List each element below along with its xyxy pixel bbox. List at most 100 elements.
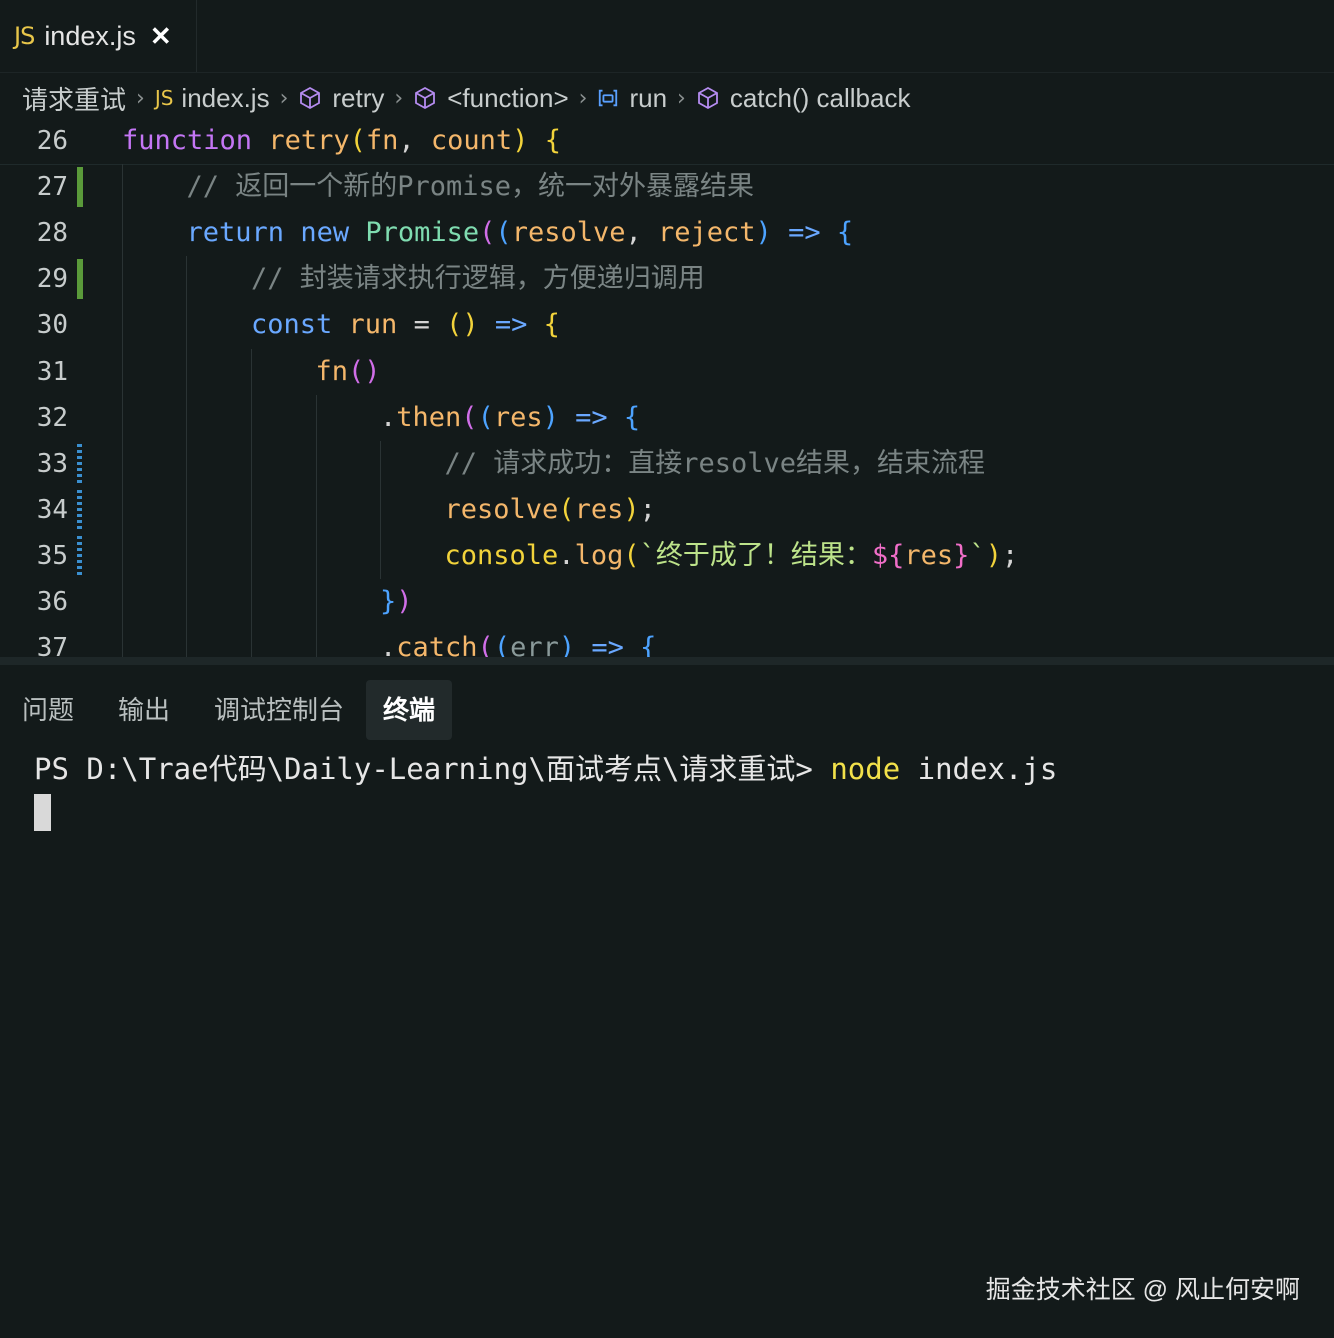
code-line: 32 .then((res) => { (0, 395, 1334, 441)
code-token: => (788, 217, 821, 249)
tab-index-js[interactable]: JS index.js ✕ (0, 0, 197, 72)
code-token: ) (558, 632, 576, 658)
code-token: res (493, 401, 543, 433)
code-token: const (251, 309, 333, 341)
terminal[interactable]: PS D:\Trae代码\Daily-Learning\面试考点\请求重试> n… (34, 746, 1057, 831)
panel-divider[interactable] (0, 657, 1334, 665)
code-token: { (543, 309, 560, 341)
gutter-modified-marker[interactable] (77, 443, 82, 484)
breadcrumb-folder[interactable]: 请求重试 (22, 80, 126, 117)
code-token: , (398, 125, 431, 156)
code-line: 26 function retry(fn, count) { (0, 118, 1334, 164)
code-token: => (494, 309, 528, 341)
code-token: return (186, 217, 285, 249)
code-token: ( (349, 125, 366, 156)
code-token: Promise (365, 217, 480, 249)
code-text: function retry(fn, count) { (122, 118, 561, 164)
code-token: log (574, 539, 624, 571)
line-number: 32 (36, 402, 68, 433)
code-token: ) (755, 217, 772, 249)
code-token: function (122, 125, 253, 156)
breadcrumb-label: 请求重试 (22, 84, 127, 115)
line-number: 36 (36, 587, 68, 617)
code-token: { (640, 632, 657, 658)
code-text: }) (380, 579, 413, 625)
breadcrumb-label: retry (332, 82, 385, 113)
code-line: 37 .catch((err) => { (0, 625, 1334, 658)
code-token: ; (1001, 539, 1019, 571)
code-editor[interactable]: 26 function retry(fn, count) { 27 // 返回一个新的… (0, 118, 1334, 658)
code-token: resolve (444, 493, 559, 525)
tab-terminal[interactable]: 终端 (366, 680, 453, 740)
code-token: reject (658, 217, 756, 249)
code-token: ( (477, 632, 494, 658)
gutter-added-marker[interactable] (77, 167, 83, 208)
breadcrumb-file[interactable]: JS index.js (155, 83, 270, 114)
chevron-right-icon: › (677, 85, 686, 111)
close-icon[interactable]: ✕ (150, 23, 172, 49)
code-token: new (300, 217, 350, 249)
code-token: ( (623, 539, 640, 571)
line-number: 34 (36, 494, 68, 525)
code-token: => (575, 401, 608, 433)
code-line: 36}) (0, 579, 1334, 625)
code-token: { (544, 125, 561, 156)
gutter-modified-marker[interactable] (77, 489, 82, 530)
terminal-prompt: PS D:\Trae代码\Daily-Learning\面试考点\请求重试> (34, 752, 831, 786)
breadcrumb-symbol-catch[interactable]: catch() callback (696, 83, 910, 114)
tab-output[interactable]: 输出 (96, 680, 192, 740)
breadcrumb-symbol-run[interactable]: run (597, 83, 667, 114)
watermark: 掘金技术社区 @ 风止何安啊 (985, 1276, 1300, 1304)
javascript-file-icon: JS (154, 86, 174, 110)
line-number: 27 (36, 172, 68, 203)
code-token: // 返回一个新的Promise，统一对外暴露结果 (186, 171, 755, 203)
code-token: fn (315, 355, 349, 387)
gutter-added-marker[interactable] (77, 259, 83, 300)
terminal-cursor (34, 794, 51, 831)
code-token: = (397, 309, 447, 341)
code-token: ( (558, 493, 575, 525)
code-token: ) (512, 125, 529, 156)
code-text: // 请求成功：直接resolve结果，结束流程 (445, 441, 986, 487)
breadcrumb-symbol-retry[interactable]: retry (298, 83, 384, 114)
line-number: 37 (36, 633, 68, 658)
code-token: ) (985, 539, 1002, 571)
panel-tab-bar: 问题 输出 调试控制台 终端 (0, 680, 453, 740)
chevron-right-icon: › (578, 85, 588, 111)
line-number: 28 (36, 218, 68, 249)
chevron-right-icon: › (279, 85, 289, 111)
breadcrumb-label: run (629, 82, 668, 113)
variable-icon (599, 89, 618, 107)
tab-problems[interactable]: 问题 (0, 680, 96, 740)
breadcrumb-symbol-function[interactable]: <function> (413, 82, 569, 114)
code-token: // 封装请求执行逻辑，方便递归调用 (251, 263, 705, 295)
code-token: fn (365, 125, 399, 156)
code-token: . (380, 401, 397, 433)
line-number: 33 (36, 448, 68, 479)
breadcrumb-label: index.js (181, 82, 270, 113)
code-token: `终于成了！结果： (639, 539, 872, 571)
tab-debug-console[interactable]: 调试控制台 (192, 680, 366, 740)
code-token: ` (969, 539, 986, 571)
code-token: . (380, 632, 397, 658)
chevron-right-icon: › (136, 85, 145, 111)
code-token: then (396, 401, 462, 433)
code-token: ${ (871, 539, 905, 571)
code-token: => (591, 632, 624, 658)
breadcrumb-label: <function> (447, 82, 569, 113)
tab-label: index.js (44, 20, 136, 51)
code-line: 27 // 返回一个新的Promise，统一对外暴露结果 (0, 164, 1334, 210)
gutter-modified-marker[interactable] (77, 535, 82, 576)
code-text: .catch((err) => { (380, 625, 656, 658)
vscode-window: JS index.js ✕ 请求重试 › JS index.js › retry … (0, 0, 1334, 1338)
code-token: () (446, 309, 479, 341)
terminal-args: index.js (900, 752, 1058, 786)
javascript-file-icon: JS (14, 22, 35, 50)
code-text: return new Promise((resolve, reject) => … (187, 210, 854, 256)
line-number: 29 (36, 264, 68, 295)
